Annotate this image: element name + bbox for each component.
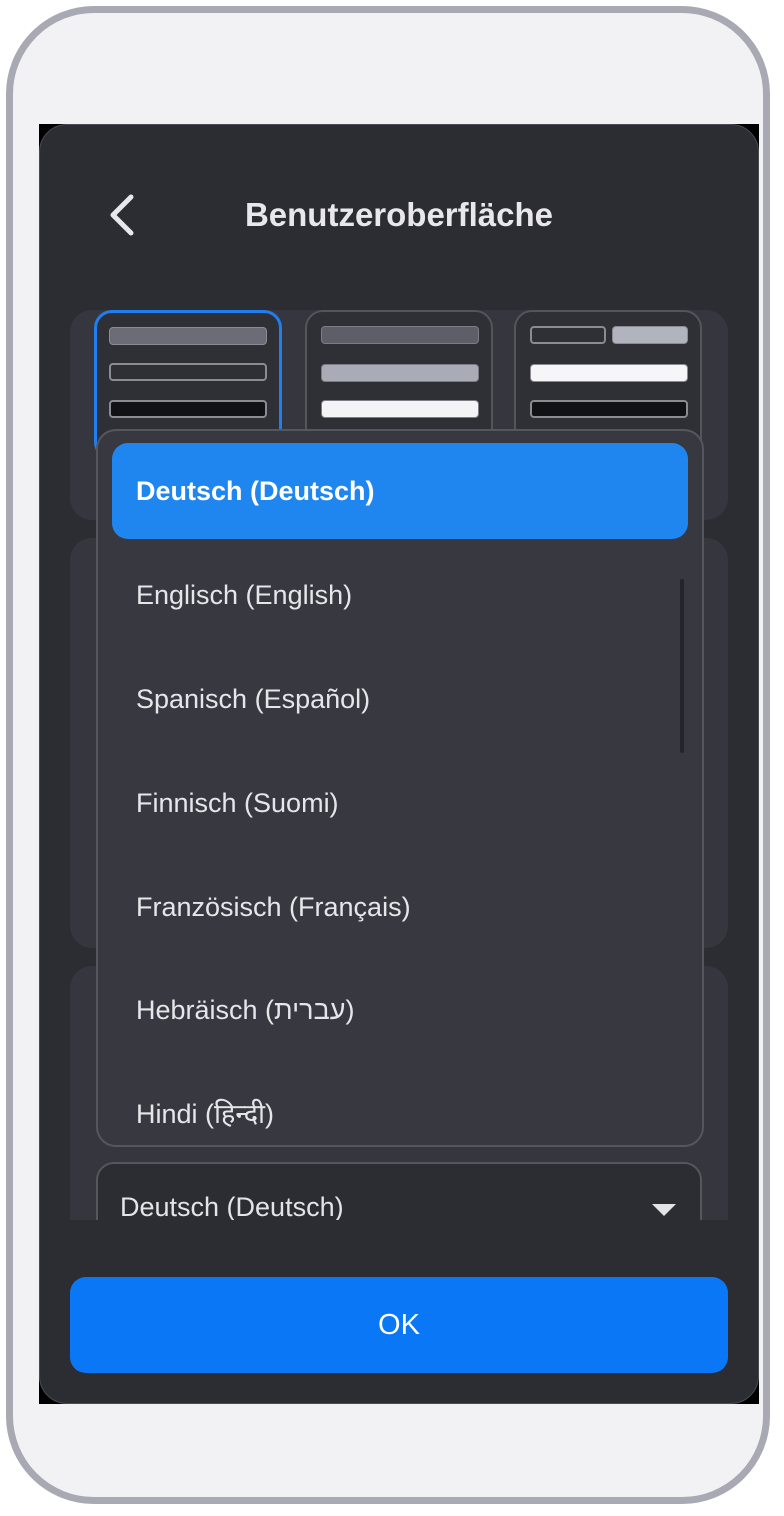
theme-preview-bar <box>530 364 688 382</box>
language-option[interactable]: Französisch (Français) <box>112 859 688 955</box>
language-select-value: Deutsch (Deutsch) <box>120 1192 344 1220</box>
language-option[interactable]: Deutsch (Deutsch) <box>112 443 688 539</box>
language-option[interactable]: Englisch (English) <box>112 547 688 643</box>
language-select[interactable]: Deutsch (Deutsch) <box>96 1162 702 1220</box>
settings-dialog: Benutzeroberfläche Deutsch (Deutsch) Deu… <box>39 124 759 1404</box>
theme-preview-bar <box>321 400 479 418</box>
theme-preview-bar <box>612 326 688 344</box>
theme-preview-bar <box>530 400 688 418</box>
phone-frame: Benutzeroberfläche Deutsch (Deutsch) Deu… <box>6 6 770 1504</box>
dialog-header: Benutzeroberfläche <box>40 125 758 305</box>
language-dropdown: Deutsch (Deutsch) Englisch (English) Spa… <box>96 429 704 1147</box>
screen: Benutzeroberfläche Deutsch (Deutsch) Deu… <box>39 124 759 1404</box>
theme-preview-bar <box>321 326 479 344</box>
theme-preview-bar <box>321 364 479 382</box>
caret-down-icon <box>652 1204 676 1216</box>
language-option[interactable]: Spanisch (Español) <box>112 651 688 747</box>
theme-preview-bar <box>109 327 267 345</box>
language-option[interactable]: Hindi (हिन्दी) <box>112 1066 688 1145</box>
theme-preview-bar <box>109 363 267 381</box>
dropdown-scrollbar[interactable] <box>680 579 684 753</box>
language-option[interactable]: Finnisch (Suomi) <box>112 755 688 851</box>
theme-preview-bar <box>109 400 267 418</box>
page-title: Benutzeroberfläche <box>244 196 554 233</box>
language-option[interactable]: Hebräisch (עברית) <box>112 962 688 1058</box>
theme-preview-bar <box>530 326 606 344</box>
ok-button[interactable]: OK <box>70 1277 728 1373</box>
